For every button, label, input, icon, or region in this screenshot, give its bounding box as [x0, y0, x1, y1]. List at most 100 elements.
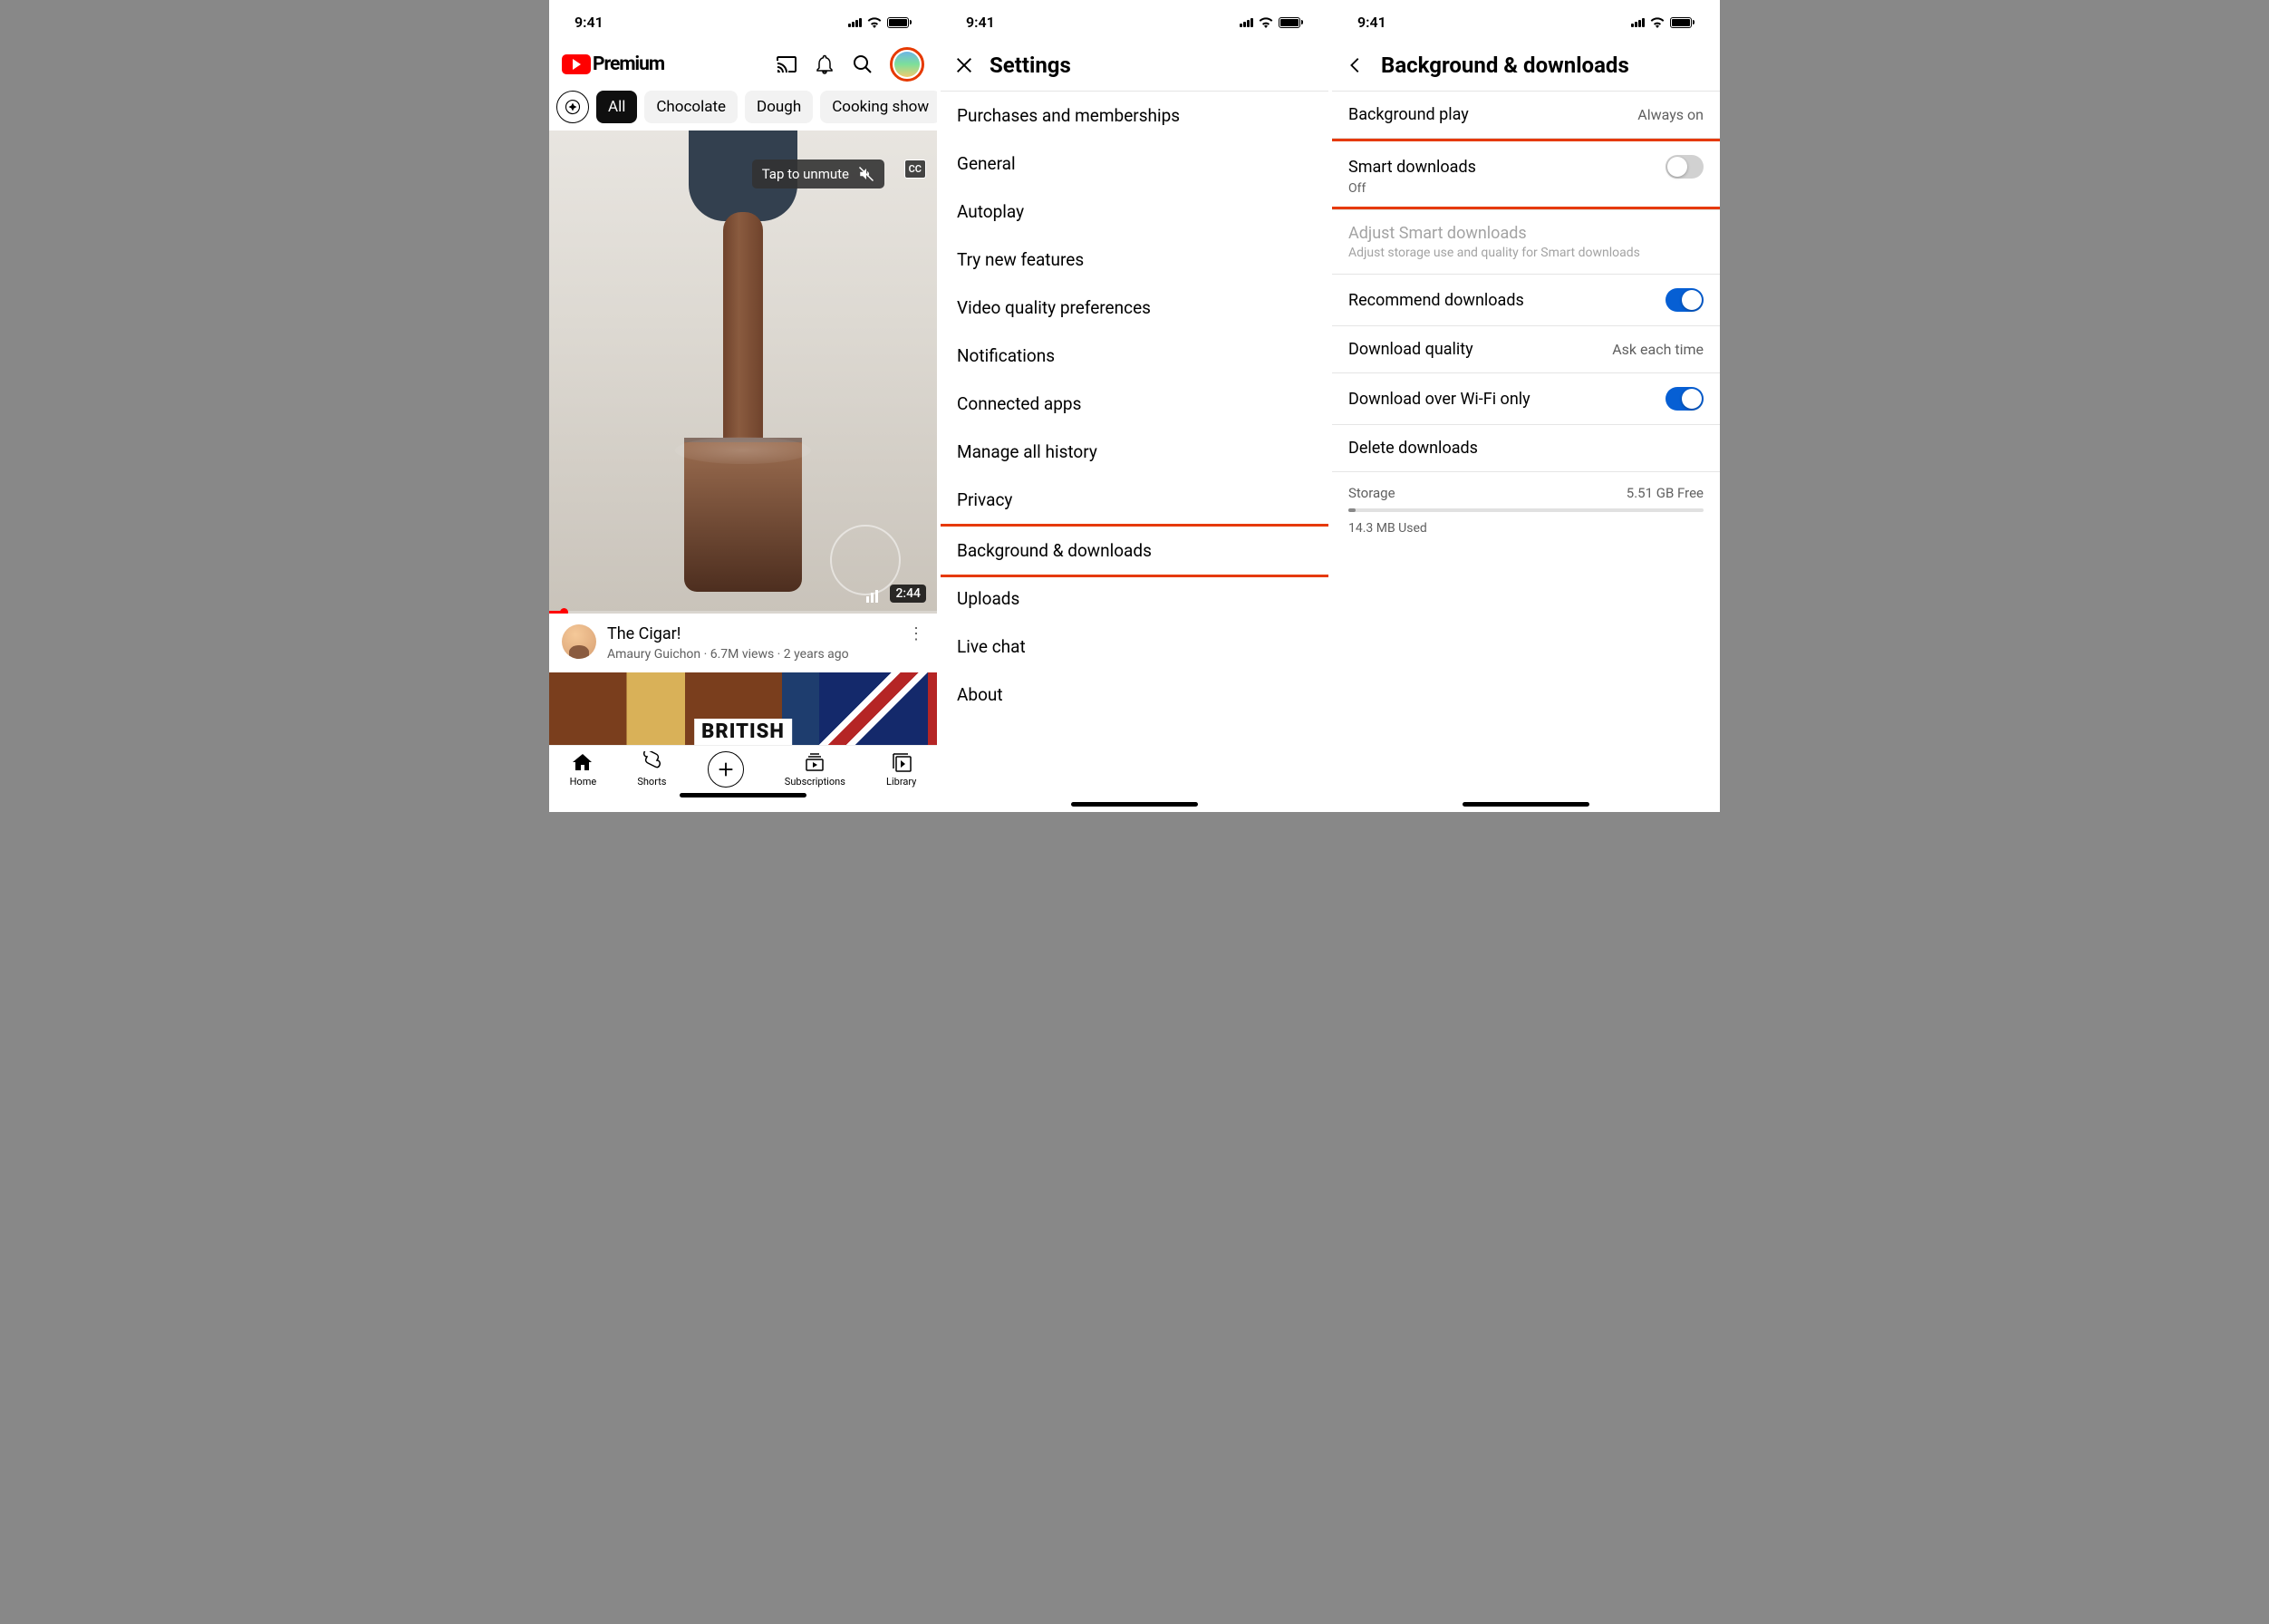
home-indicator: [1071, 802, 1198, 807]
video-progress[interactable]: [549, 611, 937, 614]
chip-all[interactable]: All: [596, 91, 637, 123]
avatar-icon: [894, 52, 920, 77]
background-play-value: Always on: [1637, 106, 1704, 123]
home-icon: [572, 751, 594, 773]
screen-background-downloads: 9:41 Background & downloads Background p…: [1332, 0, 1720, 812]
settings-item-live-chat[interactable]: Live chat: [941, 623, 1328, 671]
nav-subscriptions-label: Subscriptions: [785, 776, 845, 788]
video-menu-icon[interactable]: ⋮: [908, 624, 924, 643]
quality-value: Ask each time: [1612, 341, 1704, 358]
notifications-icon[interactable]: [814, 53, 835, 75]
wifi-icon: [1650, 17, 1665, 28]
row-wifi-only[interactable]: Download over Wi-Fi only: [1332, 373, 1720, 424]
settings-item-video-quality[interactable]: Video quality preferences: [941, 284, 1328, 332]
video-metadata[interactable]: The Cigar! Amaury Guichon · 6.7M views ·…: [549, 614, 937, 672]
storage-section: Storage 5.51 GB Free 14.3 MB Used: [1332, 472, 1720, 548]
header-actions: [776, 47, 924, 82]
video-thumbnail[interactable]: Tap to unmute CC 2:44: [549, 130, 937, 614]
plus-icon: [716, 759, 736, 779]
settings-title: Settings: [990, 53, 1071, 78]
second-video-label: BRITISH: [694, 719, 792, 745]
category-chips: All Chocolate Dough Cooking show: [549, 85, 937, 130]
signal-icon: [1240, 18, 1253, 27]
battery-icon: [1279, 17, 1303, 28]
status-bar: 9:41: [549, 0, 937, 40]
row-recommend-downloads[interactable]: Recommend downloads: [1332, 275, 1720, 325]
wifi-icon: [1259, 17, 1273, 28]
bottom-nav: Home Shorts Subscriptions Library: [549, 745, 937, 788]
smart-downloads-toggle[interactable]: [1666, 155, 1704, 179]
youtube-logo[interactable]: Premium: [562, 53, 664, 75]
explore-icon[interactable]: [556, 91, 589, 123]
row-background-play[interactable]: Background play Always on: [1332, 92, 1720, 138]
settings-item-privacy[interactable]: Privacy: [941, 476, 1328, 524]
settings-item-connected-apps[interactable]: Connected apps: [941, 380, 1328, 428]
status-bar: 9:41: [1332, 0, 1720, 40]
settings-item-autoplay[interactable]: Autoplay: [941, 188, 1328, 236]
duration-badge: 2:44: [890, 585, 926, 603]
status-time: 9:41: [574, 14, 603, 31]
bd-header: Background & downloads: [1332, 40, 1720, 92]
settings-header: Settings: [941, 40, 1328, 92]
recommend-label: Recommend downloads: [1348, 291, 1524, 310]
mute-icon: [858, 166, 874, 182]
settings-list: Purchases and memberships General Autopl…: [941, 92, 1328, 719]
wifi-label: Download over Wi-Fi only: [1348, 390, 1530, 409]
cc-badge[interactable]: CC: [904, 160, 926, 179]
close-icon[interactable]: [953, 54, 975, 76]
status-time: 9:41: [966, 14, 995, 31]
chip-chocolate[interactable]: Chocolate: [644, 91, 738, 123]
shorts-icon: [641, 751, 662, 773]
recommend-toggle[interactable]: [1666, 288, 1704, 312]
signal-icon: [848, 18, 862, 27]
row-smart-downloads[interactable]: Smart downloads Off: [1332, 139, 1720, 209]
settings-item-manage-history[interactable]: Manage all history: [941, 428, 1328, 476]
settings-item-try-new-features[interactable]: Try new features: [941, 236, 1328, 284]
profile-avatar[interactable]: [890, 47, 924, 82]
nav-shorts[interactable]: Shorts: [637, 751, 666, 788]
settings-item-general[interactable]: General: [941, 140, 1328, 188]
settings-item-uploads[interactable]: Uploads: [941, 575, 1328, 623]
nav-home[interactable]: Home: [570, 751, 597, 788]
subscriptions-icon: [804, 751, 826, 773]
background-play-label: Background play: [1348, 105, 1469, 124]
nav-library-label: Library: [886, 776, 916, 788]
cast-icon[interactable]: [776, 53, 797, 75]
second-video-thumbnail[interactable]: BRITISH: [549, 672, 937, 745]
settings-item-about[interactable]: About: [941, 671, 1328, 719]
video-subtitle: Amaury Guichon · 6.7M views · 2 years ag…: [607, 647, 897, 662]
status-icons: [1631, 17, 1695, 28]
unmute-label: Tap to unmute: [762, 166, 849, 182]
nav-subscriptions[interactable]: Subscriptions: [785, 751, 845, 788]
settings-item-purchases[interactable]: Purchases and memberships: [941, 92, 1328, 140]
channel-avatar[interactable]: [562, 624, 596, 659]
chip-cooking[interactable]: Cooking show: [820, 91, 937, 123]
signal-icon: [1631, 18, 1645, 27]
storage-label: Storage: [1348, 485, 1395, 501]
row-adjust-smart-downloads: Adjust Smart downloads Adjust storage us…: [1332, 210, 1720, 274]
unmute-overlay[interactable]: Tap to unmute: [752, 160, 884, 188]
back-icon[interactable]: [1345, 54, 1366, 76]
quality-label: Download quality: [1348, 340, 1473, 359]
row-delete-downloads[interactable]: Delete downloads: [1332, 425, 1720, 471]
settings-item-background-downloads[interactable]: Background & downloads: [941, 524, 1328, 577]
status-time: 9:41: [1357, 14, 1386, 31]
settings-item-notifications[interactable]: Notifications: [941, 332, 1328, 380]
library-icon: [891, 751, 912, 773]
home-indicator: [680, 793, 806, 798]
chip-dough[interactable]: Dough: [745, 91, 813, 123]
nav-create[interactable]: [708, 751, 744, 788]
smart-downloads-status: Off: [1348, 181, 1366, 196]
wifi-icon: [867, 17, 882, 28]
video-title: The Cigar!: [607, 624, 897, 644]
nav-home-label: Home: [570, 776, 597, 788]
search-icon[interactable]: [852, 53, 874, 75]
screen-settings: 9:41 Settings Purchases and memberships …: [941, 0, 1328, 812]
wifi-toggle[interactable]: [1666, 387, 1704, 411]
status-icons: [848, 17, 912, 28]
adjust-label: Adjust Smart downloads: [1348, 224, 1527, 243]
home-indicator: [1463, 802, 1589, 807]
storage-bar: [1348, 508, 1704, 512]
row-download-quality[interactable]: Download quality Ask each time: [1332, 326, 1720, 372]
nav-library[interactable]: Library: [886, 751, 916, 788]
